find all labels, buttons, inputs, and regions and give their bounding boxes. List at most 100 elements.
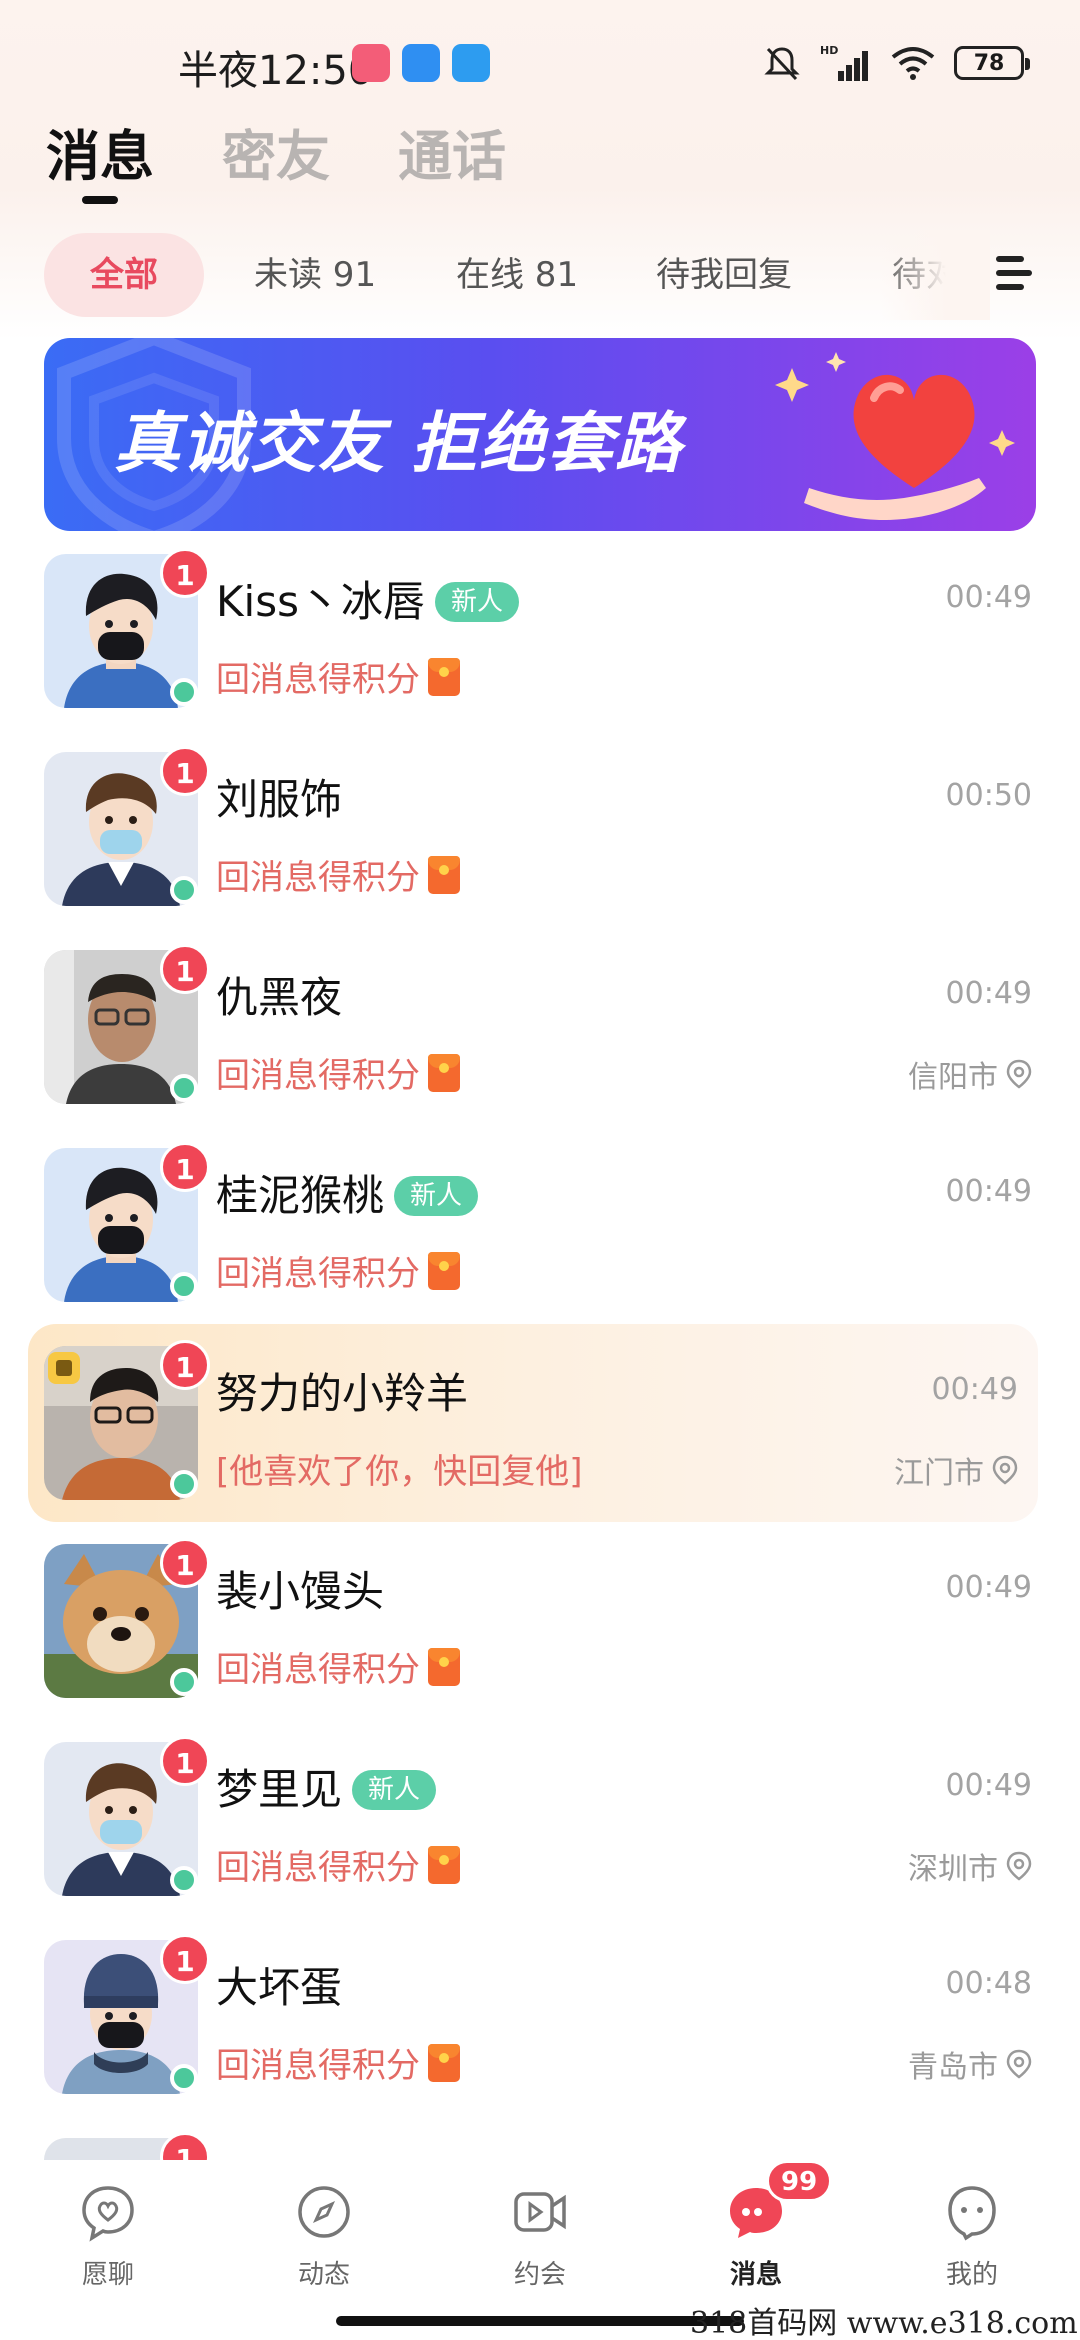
unread-badge: 1 (160, 1538, 210, 1588)
svg-text:HD: HD (820, 44, 838, 57)
watermark: 318首码网 www.e318.com (690, 2306, 1078, 2340)
chat-heart-icon (78, 2182, 138, 2242)
chips-fade (880, 230, 990, 320)
signal-icon: HD (820, 44, 868, 81)
mute-bell-icon (764, 47, 800, 81)
wifi-icon (891, 47, 935, 80)
message-preview: [他喜欢了你，快回复他] (216, 1452, 583, 1492)
red-packet-icon (428, 657, 460, 696)
message-row[interactable]: 1 刘服饰 回消息得积分 00:50 (0, 746, 1080, 944)
tab-close-friends[interactable]: 密友 (222, 112, 330, 191)
red-packet-icon (428, 1647, 460, 1686)
status-icons: HD 78 (762, 40, 1030, 86)
message-preview: 回消息得积分 (216, 1840, 460, 1889)
message-row[interactable]: 1 仇黑夜 回消息得积分 00:49 信阳市 (0, 944, 1080, 1142)
online-dot (170, 1668, 198, 1696)
unread-badge: 1 (160, 1934, 210, 1984)
message-row-partial[interactable]: 1 (0, 2132, 1080, 2160)
filter-online[interactable]: 在线 81 (456, 233, 578, 317)
online-dot (170, 876, 198, 904)
nav-label: 愿聊 (81, 2260, 134, 2290)
nav-unread-badge: 99 (766, 2160, 833, 2202)
location: 信阳市 (908, 1052, 1032, 1096)
unread-badge: 1 (160, 1142, 210, 1192)
message-time: 00:50 (945, 778, 1032, 813)
message-row[interactable]: 1 Kiss丶冰唇 新人 回消息得积分 00:49 (0, 548, 1080, 746)
contact-name: 大坏蛋 (216, 1963, 343, 2012)
new-user-tag: 新人 (434, 582, 519, 622)
compass-icon (294, 2182, 354, 2242)
contact-name: 仇黑夜 (216, 973, 343, 1022)
nav-wish-chat[interactable]: 愿聊 (0, 2182, 216, 2291)
tab-calls[interactable]: 通话 (398, 112, 506, 191)
message-row[interactable]: 1 桂泥猴桃 新人 回消息得积分 00:49 (0, 1142, 1080, 1340)
unread-badge: 1 (160, 2132, 210, 2160)
location-pin-icon (1006, 1059, 1032, 1089)
message-time: 00:49 (945, 1174, 1032, 1209)
location: 深圳市 (908, 1844, 1032, 1888)
promo-banner[interactable]: 真诚交友 拒绝套路 (44, 338, 1036, 531)
nav-messages[interactable]: 99 消息 (648, 2160, 864, 2291)
location-pin-icon (1006, 2049, 1032, 2079)
location-pin-icon (1006, 1851, 1032, 1881)
contact-name: 梦里见 新人 (216, 1756, 437, 1817)
location: 青岛市 (908, 2042, 1032, 2086)
message-time: 00:49 (945, 1570, 1032, 1605)
heart-in-hands-icon (775, 352, 1015, 520)
red-packet-icon (428, 2043, 460, 2082)
contact-name: 裴小馒头 (216, 1567, 385, 1616)
filter-unread[interactable]: 未读 91 (254, 233, 376, 317)
red-packet-icon (428, 1053, 460, 1092)
new-user-tag: 新人 (394, 1176, 479, 1216)
message-preview: 回消息得积分 (216, 1048, 460, 1097)
message-preview: 回消息得积分 (216, 1246, 460, 1295)
message-time: 00:48 (945, 1966, 1032, 2001)
location-pin-icon (992, 1455, 1018, 1485)
nav-label: 我的 (945, 2260, 998, 2290)
message-row[interactable]: 1 梦里见 新人 回消息得积分 00:49 深圳市 (0, 1736, 1080, 1934)
message-preview: 回消息得积分 (216, 850, 460, 899)
contact-name: 桂泥猴桃 新人 (216, 1162, 479, 1223)
unread-badge: 1 (160, 944, 210, 994)
filter-all[interactable]: 全部 (44, 233, 204, 317)
nav-label: 动态 (297, 2260, 350, 2290)
nav-label: 消息 (729, 2260, 782, 2290)
filter-chips: 全部 未读 91 在线 81 待我回复 待对 (44, 233, 1004, 317)
contact-name: 刘服饰 (216, 775, 343, 824)
video-camera-icon (510, 2182, 570, 2242)
filter-awaiting-my-reply[interactable]: 待我回复 (656, 233, 792, 317)
online-dot (170, 2064, 198, 2092)
nav-profile[interactable]: 我的 (864, 2182, 1080, 2291)
contact-name: Kiss丶冰唇 新人 (216, 568, 519, 629)
nav-feed[interactable]: 动态 (216, 2182, 432, 2291)
online-dot (170, 678, 198, 706)
nav-dating[interactable]: 约会 (432, 2182, 648, 2291)
battery-indicator: 78 (954, 46, 1030, 80)
message-bubble-icon: 99 (726, 2160, 833, 2242)
new-user-tag: 新人 (352, 1770, 437, 1810)
message-row[interactable]: 1 大坏蛋 回消息得积分 00:48 青岛市 (0, 1934, 1080, 2132)
cloud-notification-icon (402, 44, 440, 82)
tab-messages[interactable]: 消息 (46, 112, 154, 191)
status-time: 半夜12:50 (178, 48, 374, 94)
active-tab-indicator (82, 196, 118, 204)
unread-badge: 1 (160, 1340, 210, 1390)
red-packet-icon (428, 1251, 460, 1290)
location: 江门市 (894, 1448, 1018, 1492)
filter-menu-icon[interactable] (990, 252, 1038, 296)
message-time: 00:49 (945, 580, 1032, 615)
upload-notification-icon (452, 44, 490, 82)
message-time: 00:49 (945, 976, 1032, 1011)
message-row[interactable]: 1 裴小馒头 回消息得积分 00:49 (0, 1538, 1080, 1736)
nav-label: 约会 (513, 2260, 566, 2290)
message-time: 00:49 (945, 1768, 1032, 1803)
online-dot (170, 1470, 198, 1498)
message-row-highlighted[interactable]: 1 努力的小羚羊 [他喜欢了你，快回复他] 00:49 江门市 (28, 1324, 1038, 1522)
message-preview: 回消息得积分 (216, 1642, 460, 1691)
unread-badge: 1 (160, 746, 210, 796)
status-bar: 半夜12:50 HD 78 (0, 0, 1080, 120)
message-preview: 回消息得积分 (216, 652, 460, 701)
home-indicator[interactable] (336, 2316, 744, 2326)
online-dot (170, 1272, 198, 1300)
unread-badge: 1 (160, 548, 210, 598)
